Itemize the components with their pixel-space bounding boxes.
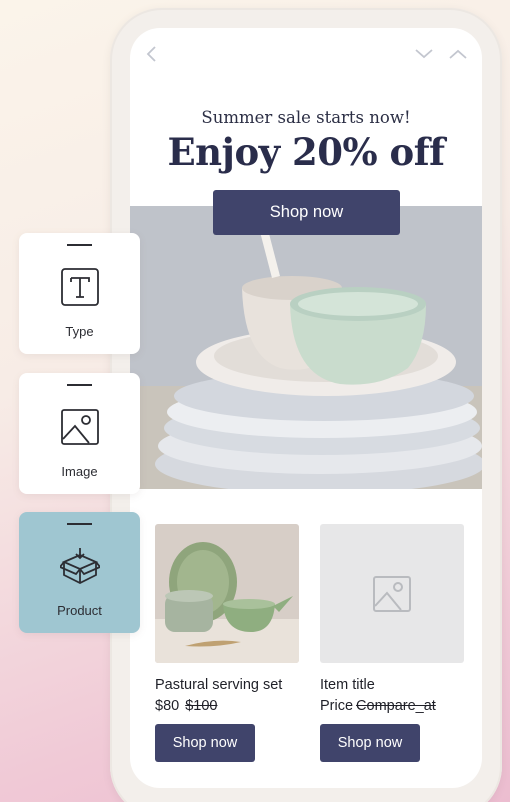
product-shop-now-button[interactable]: Shop now	[320, 724, 420, 762]
drag-handle-icon[interactable]	[67, 384, 92, 386]
block-tile-type[interactable]: Type	[19, 233, 140, 354]
product-shop-now-button[interactable]: Shop now	[155, 724, 255, 762]
block-label: Type	[65, 324, 94, 339]
chevron-up-icon[interactable]	[448, 44, 468, 64]
product-image-placeholder	[320, 524, 464, 663]
drag-handle-icon[interactable]	[67, 244, 92, 246]
block-label: Product	[57, 603, 102, 618]
product-title: Item title	[320, 677, 375, 693]
product-image	[155, 524, 299, 663]
image-icon	[60, 407, 100, 447]
block-tile-product[interactable]: Product	[19, 512, 140, 633]
email-preview-screen: Summer sale starts now! Enjoy 20% off Sh…	[130, 28, 482, 788]
product-card: Pastural serving set $80 $100 Shop now	[155, 524, 299, 762]
drag-handle-icon[interactable]	[67, 523, 92, 525]
block-label: Image	[61, 464, 98, 479]
product-compare-at-price: Compare_at	[356, 698, 436, 714]
product-compare-at-price: $100	[185, 698, 218, 714]
email-headline: Enjoy 20% off	[167, 130, 445, 174]
text-type-icon	[60, 267, 100, 307]
product-price: $80	[155, 698, 180, 714]
chevron-left-icon[interactable]	[142, 44, 162, 64]
price-row: Price Compare_at	[320, 698, 464, 714]
hero-image	[130, 206, 482, 489]
product-price: Price	[320, 698, 354, 714]
email-eyebrow-text: Summer sale starts now!	[201, 108, 411, 127]
image-placeholder-icon	[372, 574, 412, 614]
product-card-placeholder: Item title Price Compare_at Shop now	[320, 524, 464, 762]
block-tile-image[interactable]: Image	[19, 373, 140, 494]
hero-shop-now-button[interactable]: Shop now	[213, 190, 400, 235]
chevron-down-icon[interactable]	[414, 44, 434, 64]
price-row: $80 $100	[155, 698, 299, 714]
product-title: Pastural serving set	[155, 677, 283, 693]
product-box-icon	[60, 546, 100, 586]
